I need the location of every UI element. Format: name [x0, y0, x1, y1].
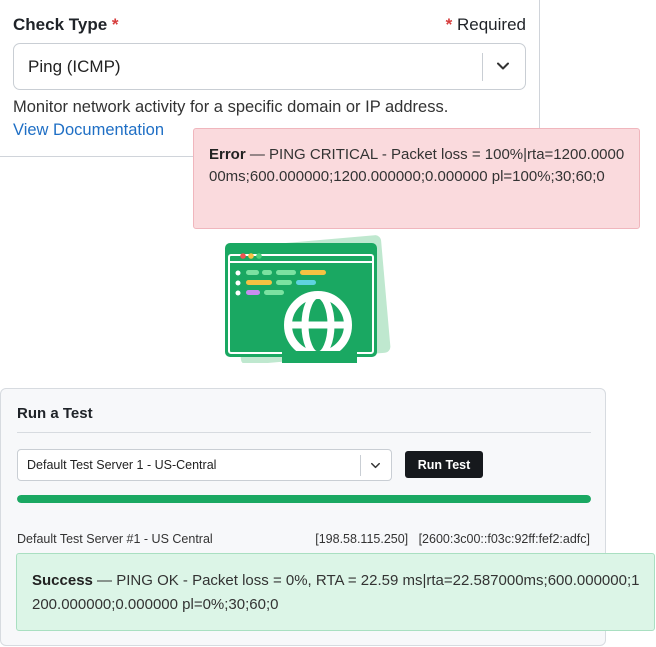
browser-globe-illustration — [225, 235, 391, 363]
required-indicator: * Required — [445, 15, 526, 34]
success-title: Success — [32, 572, 93, 589]
success-alert: Success — PING OK - Packet loss = 0%, RT… — [16, 553, 655, 631]
check-type-value: Ping (ICMP) — [28, 57, 121, 76]
success-separator: — — [92, 572, 117, 589]
server-addresses: [198.58.115.250] [2600:3c00::f03c:92ff:f… — [315, 532, 590, 546]
success-message: PING OK - Packet loss = 0%, RTA = 22.59 … — [32, 572, 640, 613]
error-message: PING CRITICAL - Packet loss = 100%|rta=1… — [209, 146, 625, 185]
run-test-button[interactable]: Run Test — [405, 451, 483, 478]
error-alert: Error — PING CRITICAL - Packet loss = 10… — [193, 128, 640, 229]
error-separator: — — [245, 146, 270, 163]
check-type-label: Check Type * — [13, 15, 119, 34]
test-progress-bar — [17, 495, 591, 503]
chevron-down-icon[interactable] — [368, 458, 383, 473]
required-star: * — [445, 15, 453, 34]
server-name: Default Test Server #1 - US Central — [17, 532, 213, 546]
required-star: * — [111, 15, 119, 34]
test-server-value: Default Test Server 1 - US-Central — [27, 458, 217, 472]
select-divider — [482, 53, 483, 81]
view-documentation-link[interactable]: View Documentation — [13, 121, 164, 140]
check-type-select[interactable]: Ping (ICMP) — [13, 43, 526, 90]
check-type-help-text: Monitor network activity for a specific … — [13, 98, 449, 116]
test-server-select[interactable]: Default Test Server 1 - US-Central — [17, 449, 392, 481]
select-divider — [360, 455, 361, 476]
chevron-down-icon[interactable] — [493, 56, 513, 76]
progress-fill — [17, 495, 591, 503]
run-test-title: Run a Test — [17, 405, 93, 422]
error-title: Error — [209, 146, 246, 163]
divider — [17, 432, 591, 433]
